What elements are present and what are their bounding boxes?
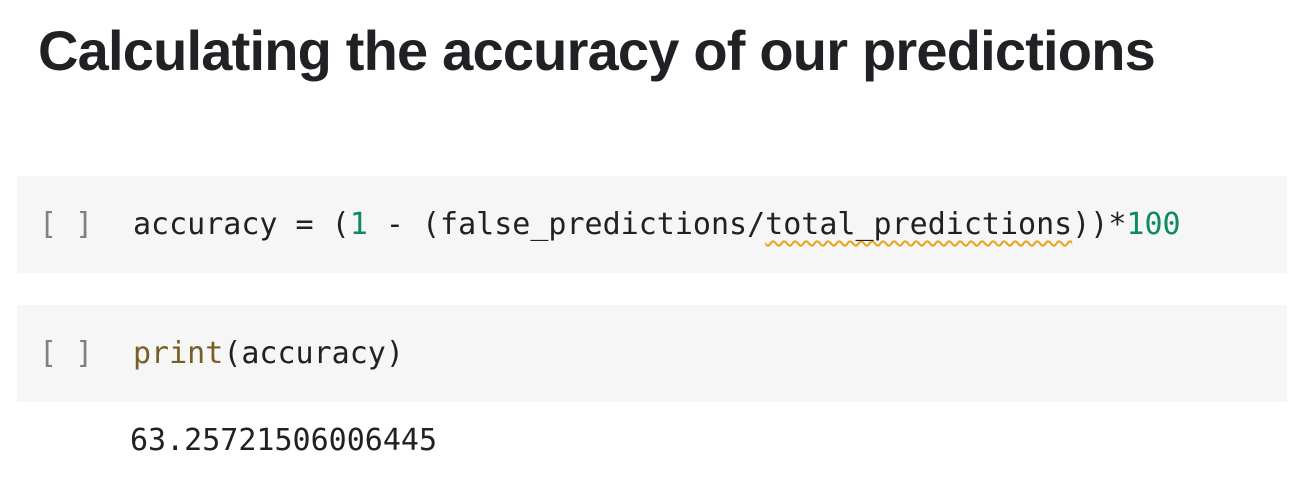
code-number: 1 xyxy=(349,207,368,242)
page-title: Calculating the accuracy of our predicti… xyxy=(38,19,1156,82)
code-editor[interactable]: print(accuracy) xyxy=(133,336,404,372)
code-text: - (false_predictions/ xyxy=(367,207,766,242)
code-text: ))* xyxy=(1072,207,1127,242)
code-text: (accuracy) xyxy=(223,336,404,371)
run-cell-button[interactable]: [ ] xyxy=(39,207,93,243)
code-text: accuracy = ( xyxy=(133,207,350,242)
code-number: 100 xyxy=(1126,207,1181,242)
undefined-variable-warning[interactable]: total_predictions xyxy=(765,207,1072,242)
code-cell-print[interactable]: [ ] print(accuracy) xyxy=(17,305,1287,402)
code-editor[interactable]: accuracy = (1 - (false_predictions/total… xyxy=(133,207,1181,243)
code-function: print xyxy=(133,336,224,371)
cell-output: 63.25721506006445 xyxy=(130,423,438,458)
run-cell-button[interactable]: [ ] xyxy=(39,336,93,372)
code-cell-accuracy[interactable]: [ ] accuracy = (1 - (false_predictions/t… xyxy=(17,176,1287,273)
